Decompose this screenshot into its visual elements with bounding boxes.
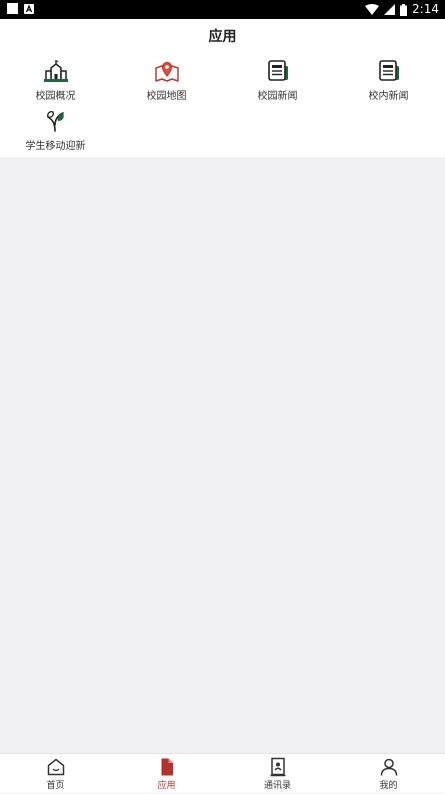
home-icon bbox=[47, 758, 64, 776]
square-icon bbox=[7, 3, 18, 14]
app-label: 校园概况 bbox=[35, 91, 76, 102]
app-label: 校园新闻 bbox=[257, 91, 298, 102]
app-header: 应用 bbox=[0, 19, 445, 55]
tab-label: 应用 bbox=[157, 781, 176, 791]
tab-home[interactable]: 首页 bbox=[0, 754, 111, 794]
app-label: 学生移动迎新 bbox=[25, 141, 86, 152]
app-label: 校园地图 bbox=[146, 91, 187, 102]
app-tile-internal-news[interactable]: 校内新闻 bbox=[333, 59, 444, 102]
app-tile-campus-overview[interactable]: 校园概况 bbox=[0, 59, 111, 102]
tab-label: 通讯录 bbox=[263, 781, 291, 791]
tab-apps[interactable]: 应用 bbox=[111, 754, 222, 794]
signal-icon bbox=[384, 4, 396, 15]
tab-label: 首页 bbox=[46, 781, 65, 791]
wifi-icon bbox=[365, 4, 380, 15]
sprout-icon bbox=[46, 111, 64, 132]
document-icon bbox=[161, 758, 173, 776]
status-right: 2:14 bbox=[365, 2, 439, 17]
notification-a-icon bbox=[24, 3, 34, 14]
app-tile-student-enrollment[interactable]: 学生移动迎新 bbox=[0, 109, 111, 152]
tab-label: 我的 bbox=[379, 781, 398, 791]
newspaper-icon bbox=[378, 60, 399, 81]
status-time: 2:14 bbox=[412, 2, 439, 16]
newspaper-icon bbox=[267, 60, 288, 81]
battery-icon bbox=[400, 3, 408, 16]
tab-contacts[interactable]: 通讯录 bbox=[222, 754, 333, 794]
contacts-icon bbox=[270, 757, 285, 777]
tab-profile[interactable]: 我的 bbox=[333, 754, 444, 794]
app-tile-campus-news[interactable]: 校园新闻 bbox=[222, 59, 333, 102]
app-label: 校内新闻 bbox=[368, 91, 409, 102]
campus-building-icon bbox=[43, 60, 68, 82]
map-pin-icon bbox=[154, 61, 179, 82]
apps-grid: 校园概况 校园地图 校园新闻 校内新闻 学生移动迎新 bbox=[0, 55, 445, 157]
page-title: 应用 bbox=[208, 29, 237, 45]
app-tile-campus-map[interactable]: 校园地图 bbox=[111, 59, 222, 102]
content-area bbox=[0, 157, 445, 753]
person-icon bbox=[380, 758, 397, 776]
status-left bbox=[7, 3, 34, 14]
bottom-tab-bar: 首页 应用 通讯录 我的 bbox=[0, 753, 445, 793]
status-bar: 2:14 bbox=[0, 0, 445, 19]
